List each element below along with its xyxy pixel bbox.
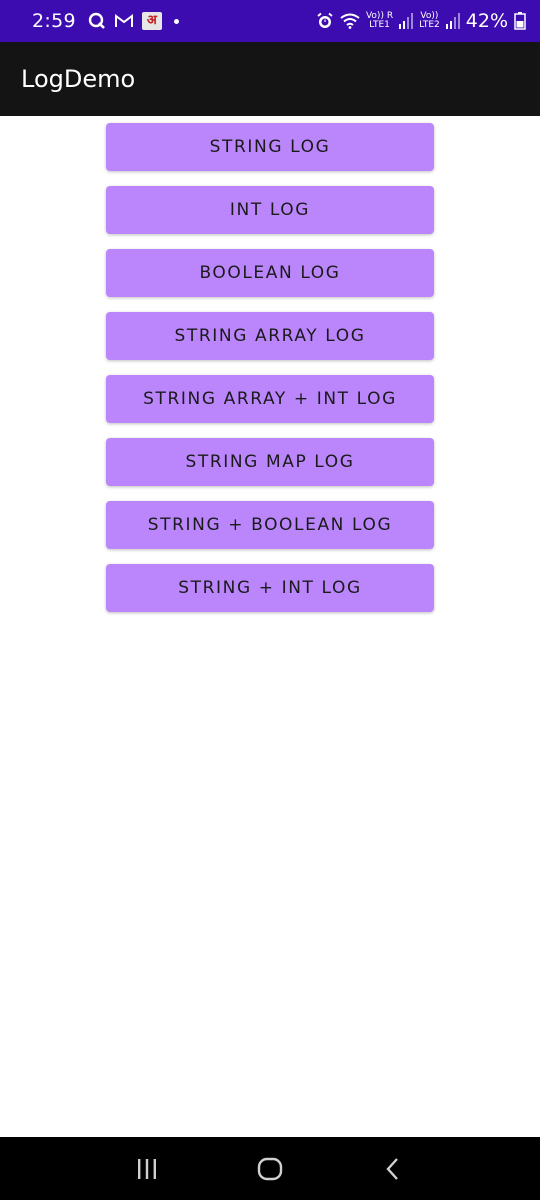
string-array-int-log-button[interactable]: STRING ARRAY + INT LOG	[106, 375, 434, 423]
q-app-icon	[88, 12, 106, 30]
wifi-icon	[340, 13, 360, 29]
home-icon[interactable]	[240, 1144, 300, 1194]
log-button-list: STRING LOG INT LOG BOOLEAN LOG STRING AR…	[106, 123, 434, 627]
battery-icon	[514, 12, 526, 30]
more-notifications-dot-icon	[173, 18, 179, 24]
boolean-log-button[interactable]: BOOLEAN LOG	[106, 249, 434, 297]
gmail-icon	[114, 13, 134, 29]
app-title: LogDemo	[21, 65, 136, 93]
alarm-icon	[316, 12, 334, 30]
status-bar: 2:59 अ Vo)) R LTE1 Vo)) LTE2 42%	[0, 0, 540, 42]
string-boolean-log-button[interactable]: STRING + BOOLEAN LOG	[106, 501, 434, 549]
string-map-log-button[interactable]: STRING MAP LOG	[106, 438, 434, 486]
battery-percent: 42%	[465, 10, 508, 32]
string-array-log-button[interactable]: STRING ARRAY LOG	[106, 312, 434, 360]
string-log-button[interactable]: STRING LOG	[106, 123, 434, 171]
sim2-lte-label: LTE2	[419, 20, 440, 30]
string-int-log-button[interactable]: STRING + INT LOG	[106, 564, 434, 612]
sim2-network-label: Vo)) LTE2	[419, 12, 440, 30]
sim1-lte-label: LTE1	[369, 20, 390, 30]
sim2-signal-icon	[445, 13, 460, 29]
app-bar: LogDemo	[0, 42, 540, 116]
amar-ujala-icon: अ	[141, 12, 162, 30]
int-log-button[interactable]: INT LOG	[106, 186, 434, 234]
navigation-bar	[0, 1137, 540, 1200]
sim1-signal-icon	[399, 13, 414, 29]
recent-apps-icon[interactable]	[117, 1144, 177, 1194]
back-icon[interactable]	[363, 1144, 423, 1194]
sim1-network-label: Vo)) R LTE1	[366, 12, 393, 30]
status-time: 2:59	[32, 10, 76, 32]
main-content: STRING LOG INT LOG BOOLEAN LOG STRING AR…	[0, 116, 540, 1136]
